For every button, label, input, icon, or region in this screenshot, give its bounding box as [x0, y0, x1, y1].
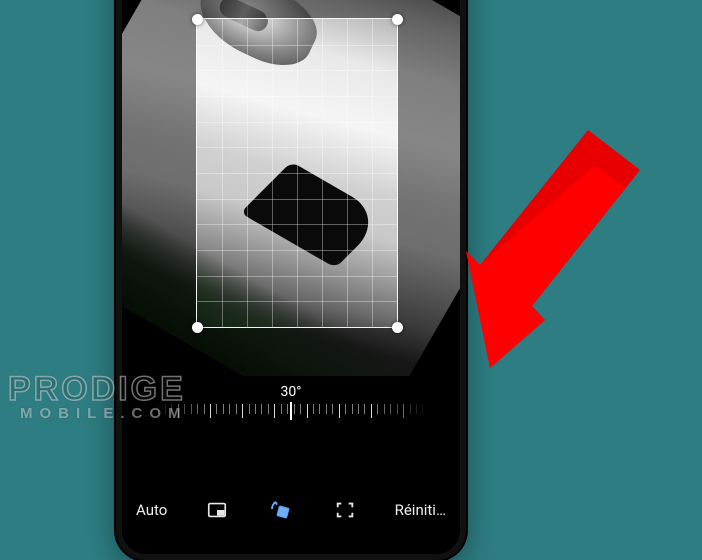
phone-frame: 30° Auto — [116, 0, 466, 560]
ruler-center-indicator — [290, 402, 292, 420]
crop-handle-top-right[interactable] — [392, 14, 403, 25]
expand-icon[interactable] — [331, 496, 359, 524]
watermark-line2: MOBILE.COM — [20, 405, 188, 422]
aspect-ratio-icon[interactable] — [203, 496, 231, 524]
crop-handle-bottom-right[interactable] — [392, 322, 403, 333]
crop-handle-bottom-left[interactable] — [192, 322, 203, 333]
watermark: PRODIGE MOBILE.COM — [8, 370, 188, 422]
crop-rectangle[interactable] — [196, 18, 398, 328]
rotate-icon[interactable] — [267, 496, 295, 524]
watermark-line1: PRODIGE — [8, 370, 188, 409]
auto-button[interactable]: Auto — [136, 501, 167, 519]
reset-button[interactable]: Réiniti… — [395, 501, 446, 519]
crop-content — [197, 19, 397, 327]
editor-toolbar: Auto — [122, 488, 460, 532]
screen: 30° Auto — [122, 0, 460, 554]
photo-canvas[interactable] — [122, 0, 460, 376]
crop-handle-top-left[interactable] — [192, 14, 203, 25]
